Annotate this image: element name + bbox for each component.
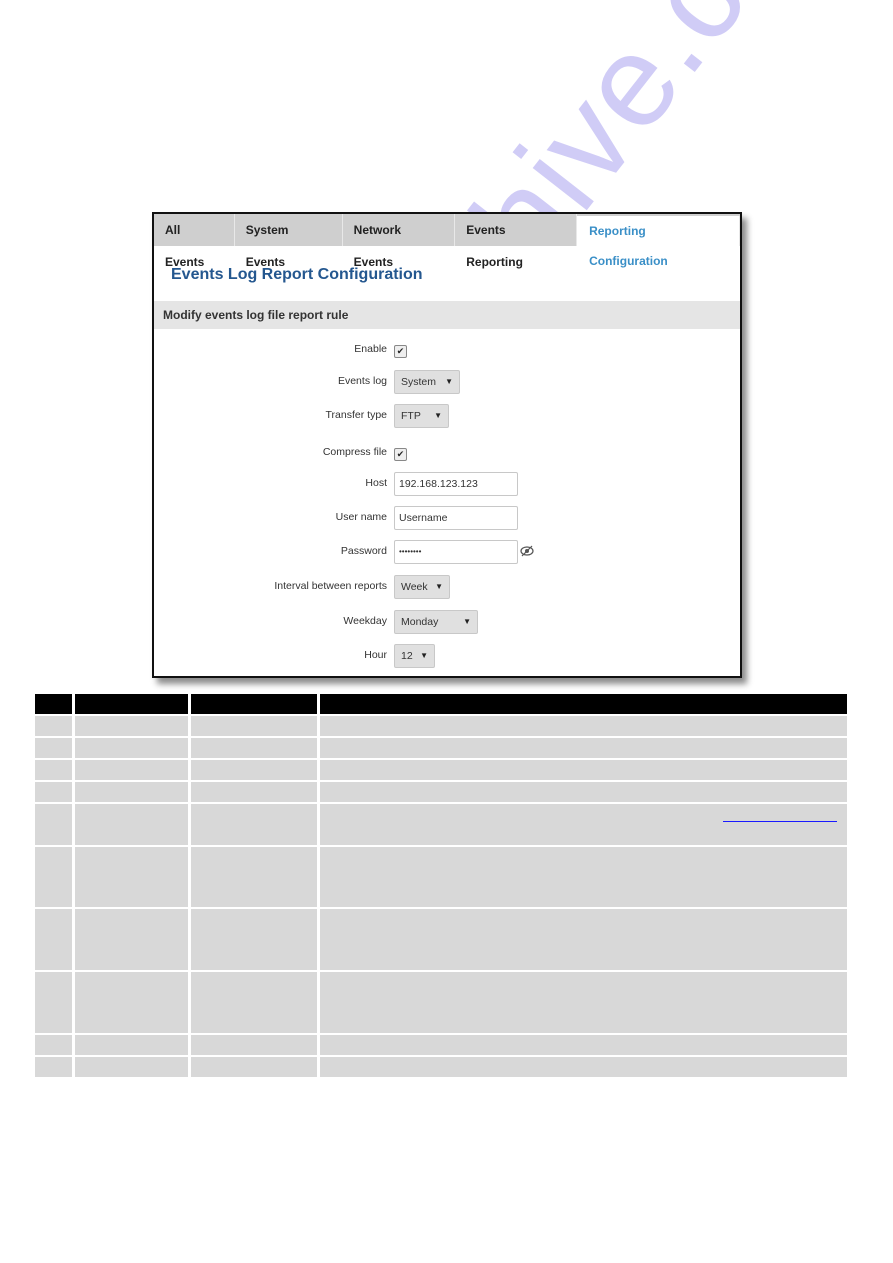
host-label: Host <box>365 477 387 489</box>
hour-value: 12 <box>401 650 413 662</box>
user-name-input[interactable]: Username <box>394 506 518 530</box>
user-name-label: User name <box>335 511 387 523</box>
transfer-type-row: Transfer type FTP ▼ <box>154 404 740 430</box>
header-cell <box>320 694 847 714</box>
events-log-row: Events log System ▼ <box>154 370 740 396</box>
table-header <box>35 694 850 714</box>
screenshot-panel: All Events System Events Network Events … <box>152 212 742 678</box>
user-name-row: User name Username <box>154 506 740 532</box>
section-title: Modify events log file report rule <box>163 308 349 322</box>
password-row: Password •••••••• <box>154 540 740 566</box>
enable-row: Enable ✔ <box>154 338 740 364</box>
chevron-down-icon: ▼ <box>463 617 471 626</box>
chevron-down-icon: ▼ <box>445 377 453 386</box>
show-password-icon[interactable] <box>520 544 534 558</box>
host-row: Host 192.168.123.123 <box>154 472 740 498</box>
page-title: Events Log Report Configuration <box>171 266 423 283</box>
enable-checkbox[interactable]: ✔ <box>394 345 407 358</box>
interval-row: Interval between reports Week ▼ <box>154 575 740 601</box>
table-row <box>35 1035 850 1055</box>
host-input[interactable]: 192.168.123.123 <box>394 472 518 496</box>
table-row <box>35 716 850 736</box>
tab-reporting-configuration[interactable]: Reporting Configuration <box>577 216 740 268</box>
section-header: Modify events log file report rule <box>154 301 740 329</box>
header-cell <box>191 694 317 714</box>
table-row <box>35 804 850 845</box>
parameters-table <box>35 694 850 1079</box>
interval-select[interactable]: Week ▼ <box>394 575 450 599</box>
tab-events-reporting[interactable]: Events Reporting <box>455 214 578 269</box>
events-log-label: Events log <box>337 375 387 387</box>
hour-row: Hour 12 ▼ <box>154 644 740 670</box>
chevron-down-icon: ▼ <box>420 651 428 660</box>
chevron-down-icon: ▼ <box>434 411 442 420</box>
header-cell <box>75 694 188 714</box>
table-row <box>35 1057 850 1077</box>
compress-file-checkbox[interactable]: ✔ <box>394 448 407 461</box>
transfer-type-select[interactable]: FTP ▼ <box>394 404 449 428</box>
table-row <box>35 738 850 758</box>
compress-file-label: Compress file <box>322 446 387 458</box>
compress-file-row: Compress file ✔ <box>154 441 740 467</box>
transfer-type-label: Transfer type <box>325 409 387 421</box>
table-row <box>35 909 850 970</box>
hour-label: Hour <box>364 649 387 661</box>
table-row <box>35 782 850 802</box>
header-cell <box>35 694 72 714</box>
hour-select[interactable]: 12 ▼ <box>394 644 435 668</box>
weekday-row: Weekday Monday ▼ <box>154 610 740 636</box>
table-row <box>35 847 850 907</box>
weekday-label: Weekday <box>343 615 387 627</box>
chevron-down-icon: ▼ <box>435 582 443 591</box>
password-label: Password <box>340 545 387 557</box>
tab-system-events[interactable]: System Events <box>235 214 343 269</box>
interval-label: Interval between reports <box>274 580 387 592</box>
tab-all-events[interactable]: All Events <box>154 214 235 269</box>
transfer-type-value: FTP <box>401 410 421 422</box>
weekday-select[interactable]: Monday ▼ <box>394 610 478 634</box>
weekday-value: Monday <box>401 616 439 628</box>
events-log-select[interactable]: System ▼ <box>394 370 460 394</box>
enable-label: Enable <box>354 343 387 355</box>
link[interactable] <box>723 821 837 822</box>
password-input[interactable]: •••••••• <box>394 540 518 564</box>
table-row <box>35 972 850 1033</box>
events-log-value: System <box>401 376 437 388</box>
tab-network-events[interactable]: Network Events <box>343 214 456 269</box>
interval-value: Week <box>401 581 428 593</box>
table-row <box>35 760 850 780</box>
tab-bar: All Events System Events Network Events … <box>154 214 740 269</box>
